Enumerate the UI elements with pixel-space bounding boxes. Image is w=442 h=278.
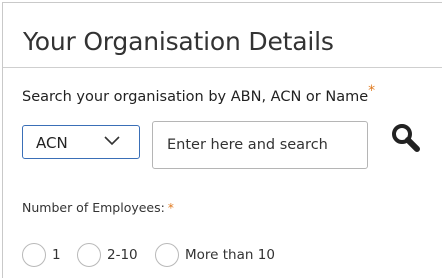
- radio-label: 1: [52, 247, 61, 263]
- employees-option-more-than-10[interactable]: More than 10: [155, 243, 275, 267]
- search-icon: [392, 124, 420, 152]
- employees-label: Number of Employees: *: [22, 200, 174, 215]
- search-label: Search your organisation by ABN, ACN or …: [22, 83, 375, 105]
- employees-label-text: Number of Employees:: [22, 200, 165, 215]
- chevron-down-icon: [104, 136, 120, 146]
- employees-option-1[interactable]: 1: [22, 243, 61, 267]
- id-type-select[interactable]: ACN: [22, 125, 140, 159]
- radio-label: More than 10: [185, 247, 275, 263]
- required-star: *: [368, 83, 376, 99]
- employees-option-2-10[interactable]: 2-10: [77, 243, 138, 267]
- title-divider: [3, 67, 442, 68]
- radio-circle[interactable]: [77, 243, 101, 267]
- radio-label: 2-10: [107, 247, 138, 263]
- organisation-search-input[interactable]: [152, 121, 368, 169]
- search-label-text: Search your organisation by ABN, ACN or …: [22, 89, 369, 105]
- required-star: *: [167, 201, 174, 215]
- search-button[interactable]: [389, 121, 423, 155]
- radio-circle[interactable]: [22, 243, 46, 267]
- id-type-selected-value: ACN: [36, 134, 68, 152]
- radio-circle[interactable]: [155, 243, 179, 267]
- organisation-details-panel: Your Organisation Details Search your or…: [2, 2, 442, 278]
- section-title: Your Organisation Details: [23, 27, 334, 56]
